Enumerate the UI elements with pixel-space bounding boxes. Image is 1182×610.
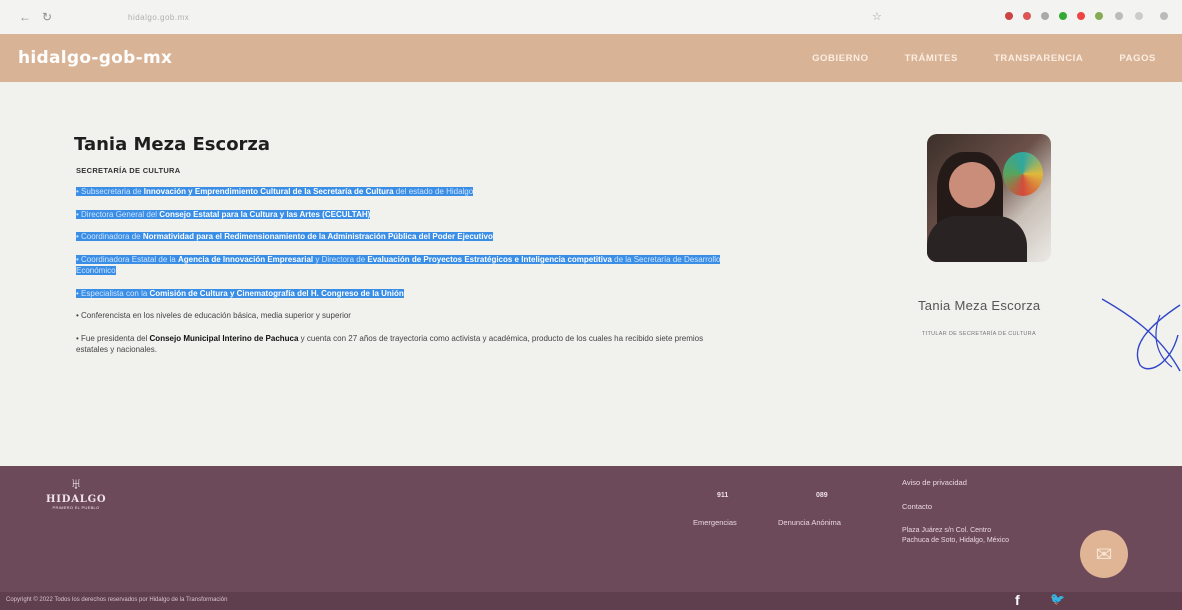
extension-icon[interactable] xyxy=(1023,12,1031,20)
nav-pagos[interactable]: PAGOS xyxy=(1119,53,1156,64)
facebook-icon[interactable]: f xyxy=(1015,592,1020,608)
bio-item: • Fue presidenta del Consejo Municipal I… xyxy=(76,333,704,355)
contact-link[interactable]: Contacto xyxy=(902,502,932,511)
page-title: Tania Meza Escorza xyxy=(74,134,271,155)
extension-icon[interactable] xyxy=(1059,12,1067,20)
extension-icon[interactable] xyxy=(1005,12,1013,20)
main-nav: GOBIERNO TRÁMITES TRANSPARENCIA PAGOS xyxy=(812,34,1156,82)
phone-number: 089 xyxy=(816,492,828,499)
bookmark-star-icon[interactable]: ☆ xyxy=(872,10,882,23)
nav-transparencia[interactable]: TRANSPARENCIA xyxy=(994,53,1083,64)
profile-icon[interactable] xyxy=(1135,12,1143,20)
site-header: hidalgo-gob-mx GOBIERNO TRÁMITES TRANSPA… xyxy=(0,34,1182,82)
back-icon[interactable]: ← xyxy=(14,10,36,24)
nav-tramites[interactable]: TRÁMITES xyxy=(905,53,958,64)
bio-item: • Coordinadora Estatal de la Agencia de … xyxy=(76,254,721,275)
profile-side-name: Tania Meza Escorza xyxy=(918,298,1041,313)
site-logo[interactable]: hidalgo-gob-mx xyxy=(18,48,172,68)
extensions-menu-icon[interactable] xyxy=(1115,12,1123,20)
browser-toolbar: ← ↻ hidalgo.gob.mx ☆ xyxy=(0,0,1182,34)
bio-item: • Coordinadora de Normatividad para el R… xyxy=(76,232,493,241)
extension-icon[interactable] xyxy=(1041,12,1049,20)
mail-icon: ✉ xyxy=(1095,543,1113,566)
copyright-text: Copyright © 2022 Todos los derechos rese… xyxy=(6,597,228,603)
signature-mark xyxy=(1101,298,1181,372)
bio-item: • Directora General del Consejo Estatal … xyxy=(76,209,371,219)
anonymous-report-link[interactable]: Denuncia Anónima xyxy=(778,518,841,527)
menu-icon[interactable] xyxy=(1160,12,1168,20)
profile-photo xyxy=(927,134,1051,262)
footer-bottom-bar: Copyright © 2022 Todos los derechos rese… xyxy=(0,592,1182,610)
nav-gobierno[interactable]: GOBIERNO xyxy=(812,53,869,64)
reload-icon[interactable]: ↻ xyxy=(36,10,58,24)
extension-icon[interactable] xyxy=(1095,12,1103,20)
bio-item: • Especialista con la Comisión de Cultur… xyxy=(76,288,404,298)
mail-button[interactable]: ✉ xyxy=(1080,530,1128,578)
hidalgo-logo[interactable]: ♅ HIDALGO PRIMERO EL PUEBLO xyxy=(46,476,106,520)
privacy-link[interactable]: Aviso de privacidad xyxy=(902,478,967,487)
crest-icon: ♅ xyxy=(70,476,82,493)
address: Plaza Juárez s/n Col. Centro Pachuca de … xyxy=(902,527,1010,544)
twitter-icon[interactable]: 🐦 xyxy=(1050,592,1065,606)
profile-side-title: TITULAR DE SECRETARÍA DE CULTURA xyxy=(922,331,1036,337)
bio-item: • Subsecretaria de Innovación y Emprendi… xyxy=(76,187,474,196)
phone-number: 911 xyxy=(717,492,729,499)
extension-icon[interactable] xyxy=(1077,12,1085,20)
address-bar[interactable]: hidalgo.gob.mx xyxy=(128,13,189,22)
site-footer: ♅ HIDALGO PRIMERO EL PUEBLO 911 Emergenc… xyxy=(0,466,1182,610)
bio-item: • Conferencista en los niveles de educac… xyxy=(76,311,351,320)
bio-list: • Subsecretaria de Innovación y Emprendi… xyxy=(76,186,726,367)
emergency-link[interactable]: Emergencias xyxy=(693,518,737,527)
department-label: SECRETARÍA DE CULTURA xyxy=(76,166,181,175)
